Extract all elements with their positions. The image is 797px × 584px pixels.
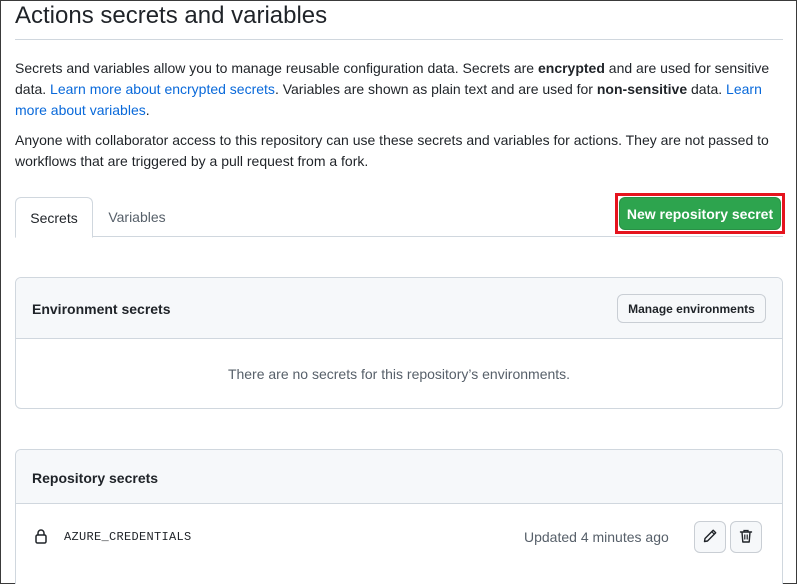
new-repository-secret-button[interactable]: New repository secret — [619, 197, 781, 230]
environment-secrets-title: Environment secrets — [32, 301, 171, 317]
page-title: Actions secrets and variables — [15, 2, 328, 29]
intro-text: Secrets and variables allow you to manag… — [15, 60, 538, 76]
environment-secrets-header: Environment secrets Manage environments — [16, 278, 782, 339]
manage-environments-button[interactable]: Manage environments — [617, 294, 766, 323]
learn-more-encrypted-secrets-link[interactable]: Learn more about encrypted secrets — [50, 81, 275, 97]
intro-bold-non-sensitive: non-sensitive — [596, 81, 688, 97]
repository-secrets-panel: Repository secrets AZURE_CREDENTIALS Upd… — [15, 449, 783, 584]
edit-secret-button[interactable] — [694, 521, 726, 553]
repository-secrets-header: Repository secrets — [16, 450, 782, 504]
environment-secrets-panel: Environment secrets Manage environments … — [15, 277, 783, 409]
secret-name: AZURE_CREDENTIALS — [64, 530, 192, 544]
intro-text: . — [145, 102, 150, 118]
tab-secrets[interactable]: Secrets — [15, 197, 93, 238]
lock-icon — [33, 528, 49, 544]
repository-secrets-title: Repository secrets — [32, 470, 159, 486]
intro-bold-encrypted: encrypted — [537, 60, 605, 76]
secret-row: AZURE_CREDENTIALS Updated 4 minutes ago — [16, 504, 782, 570]
intro-text: data. — [687, 81, 727, 97]
delete-secret-button[interactable] — [730, 521, 762, 553]
environment-secrets-empty-message: There are no secrets for this repository… — [227, 366, 571, 382]
trash-icon — [738, 528, 754, 547]
tab-variables[interactable]: Variables — [97, 197, 177, 237]
secret-updated-time: Updated 4 minutes ago — [524, 529, 669, 545]
intro-paragraph-collaborators: Anyone with collaborator access to this … — [15, 132, 769, 169]
intro-paragraph-secrets: Secrets and variables allow you to manag… — [15, 58, 785, 121]
intro-text: . Variables are shown as plain text and … — [274, 81, 597, 97]
title-divider — [15, 39, 783, 40]
pencil-icon — [702, 528, 718, 547]
